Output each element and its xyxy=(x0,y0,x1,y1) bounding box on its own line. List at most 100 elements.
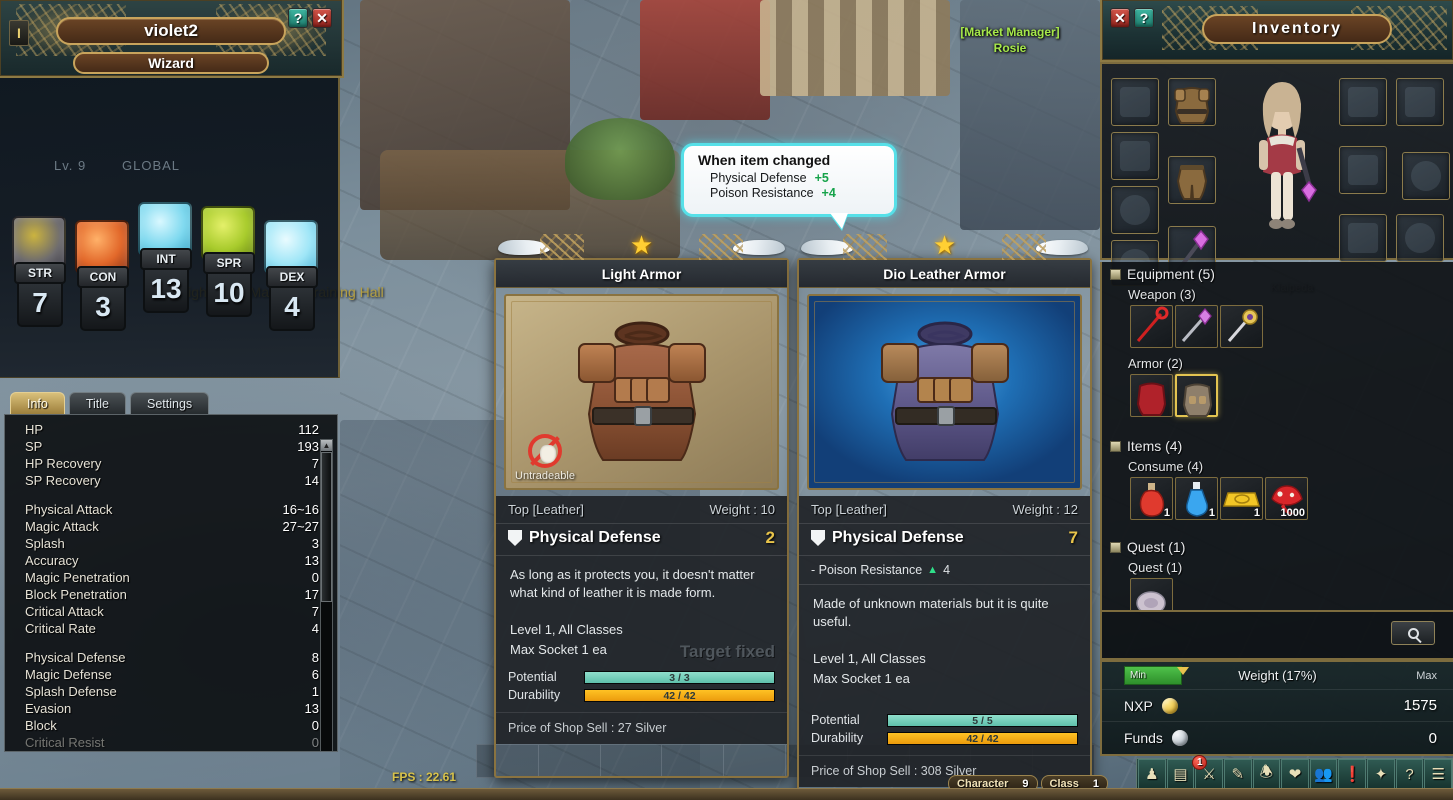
search-icon xyxy=(1407,627,1419,639)
group-header-equipment[interactable]: Equipment (5) xyxy=(1102,262,1453,284)
equip-slot-gloves[interactable] xyxy=(1339,78,1387,126)
character-icon[interactable]: ♟ xyxy=(1138,759,1166,789)
skills-swords-icon[interactable]: ⚔ 1 xyxy=(1192,755,1223,789)
stat-label: HP xyxy=(25,422,44,437)
item-type: Top [Leather] xyxy=(508,502,584,517)
group-header-quest[interactable]: Quest (1) xyxy=(1102,535,1453,557)
search-button[interactable] xyxy=(1391,621,1435,645)
world-bush xyxy=(565,118,675,200)
inventory-panel: Inventory ✕ ? Equipment (5) Weapon (3) A… xyxy=(1100,0,1453,800)
equip-slot-shield[interactable] xyxy=(1339,214,1387,262)
tooltip-stat-delta: +5 xyxy=(814,171,829,185)
fps-counter: FPS : 22.61 xyxy=(392,770,457,784)
section-header-quest[interactable]: Quest (1) xyxy=(1102,557,1453,577)
quest-horn-icon[interactable]: 🕭 xyxy=(1252,759,1281,789)
stat-value: 13 xyxy=(304,701,319,716)
inventory-slot[interactable] xyxy=(1130,374,1173,417)
help-button[interactable]: ? xyxy=(1134,8,1154,28)
bottom-frame-strip xyxy=(0,788,1453,800)
inventory-slot[interactable]: 1 xyxy=(1175,477,1218,520)
stat-label: Physical Defense xyxy=(25,650,126,665)
durability-bar-row: Durability 42 / 42 xyxy=(508,688,775,702)
item-type-row: Top [Leather] Weight : 12 xyxy=(799,498,1090,523)
item-count: 1000 xyxy=(1280,507,1305,519)
inventory-slot[interactable] xyxy=(1130,305,1173,348)
inventory-slot[interactable]: 1000 xyxy=(1265,477,1308,520)
stat-label: Accuracy xyxy=(25,553,79,568)
attribute-pen-icon[interactable]: ✎ xyxy=(1223,759,1252,789)
inventory-slot[interactable] xyxy=(1220,305,1263,348)
party-people-icon[interactable]: 👥 xyxy=(1309,759,1338,789)
section-header-weapon[interactable]: Weapon (3) xyxy=(1102,284,1453,304)
stat-block-int[interactable]: INT 13 xyxy=(138,202,194,313)
scroll-up-icon[interactable]: ▲ xyxy=(321,440,332,451)
collapse-box-icon[interactable] xyxy=(1110,541,1121,553)
collapse-box-icon[interactable] xyxy=(1110,268,1121,280)
inventory-item-list[interactable]: Equipment (5) Weapon (3) Armor (2) Items… xyxy=(1100,262,1453,612)
group-header-items[interactable]: Items (4) xyxy=(1102,434,1453,456)
stat-block-con[interactable]: CON 3 xyxy=(75,220,131,331)
stat-value: 13 xyxy=(304,553,319,568)
stat-row: Physical Attack 16~16 xyxy=(5,501,335,518)
equip-slot-boots[interactable] xyxy=(1339,146,1387,194)
inventory-slot[interactable] xyxy=(1130,578,1173,610)
ring-icon xyxy=(1411,161,1441,191)
stat-row: Magic Defense 6 xyxy=(5,666,335,683)
guide-book-icon[interactable]: ❗ xyxy=(1338,759,1367,789)
durability-label: Durability xyxy=(811,731,864,745)
stat-value: 0 xyxy=(311,718,319,733)
equip-slot-head[interactable] xyxy=(1111,78,1159,126)
equip-slot-bracelet[interactable] xyxy=(1396,214,1444,262)
equip-slot-top[interactable] xyxy=(1168,78,1216,126)
help-button[interactable]: ? xyxy=(288,8,308,28)
tab-settings[interactable]: Settings xyxy=(130,392,210,414)
tab-info[interactable]: Info xyxy=(10,392,65,414)
stat-label: Magic Defense xyxy=(25,667,112,682)
npc-name: Rosie xyxy=(993,41,1027,55)
stat-block-dex[interactable]: DEX 4 xyxy=(264,220,320,331)
stat-list: HP 112 SP 193 HP Recovery 7 SP Recovery 14 P… xyxy=(4,414,338,752)
stat-list-scrollbar[interactable]: ▲ ▼ xyxy=(320,439,333,751)
character-panel-buttons: ? ✕ xyxy=(288,8,332,28)
inventory-slot[interactable] xyxy=(1175,305,1218,348)
equip-slot-head2[interactable] xyxy=(1111,132,1159,180)
scrollbar-thumb[interactable] xyxy=(321,452,332,602)
help-question-icon[interactable]: ? xyxy=(1395,759,1424,789)
stat-value: 7 xyxy=(17,281,63,327)
money-row-funds: Funds 0 xyxy=(1102,722,1453,754)
stat-value: 112 xyxy=(298,422,319,437)
section-header-armor[interactable]: Armor (2) xyxy=(1102,353,1453,373)
inventory-slot-selected[interactable] xyxy=(1175,374,1218,417)
money-value: 0 xyxy=(1428,729,1437,747)
extra-stat-value: 4 xyxy=(943,563,951,577)
inventory-slot[interactable]: 1 xyxy=(1220,477,1263,520)
close-button[interactable]: ✕ xyxy=(312,8,332,28)
equip-slot-cape[interactable] xyxy=(1396,78,1444,126)
stat-block-spr[interactable]: SPR 10 xyxy=(201,206,257,317)
defense-label-wrap: Physical Defense xyxy=(811,529,964,547)
stat-value: 3 xyxy=(80,285,126,331)
tab-title[interactable]: Title xyxy=(68,392,127,414)
collapse-box-icon[interactable] xyxy=(1110,440,1121,452)
item-extra-stat-row: - Poison Resistance ▲ 4 xyxy=(799,556,1090,585)
menu-list-icon[interactable]: ☰ xyxy=(1424,759,1453,789)
stat-row: Critical Resist 0 xyxy=(5,734,335,751)
stat-value: 0 xyxy=(311,570,319,585)
durability-label: Durability xyxy=(508,688,561,702)
swirl-right-icon xyxy=(699,234,743,260)
section-header-consume[interactable]: Consume (4) xyxy=(1102,456,1453,476)
equip-slot-bottom[interactable] xyxy=(1168,156,1216,204)
inventory-box-icon[interactable]: ▤ xyxy=(1166,759,1195,789)
equip-slot-necklace[interactable] xyxy=(1111,186,1159,234)
social-hands-icon[interactable]: ❤ xyxy=(1281,759,1309,789)
stat-row: Physical Defense 8 xyxy=(5,649,335,666)
stat-block-str[interactable]: STR 7 xyxy=(12,216,68,327)
companion-dog-icon[interactable]: ✦ xyxy=(1367,759,1395,789)
panel-tab-indicator[interactable]: I xyxy=(9,20,29,46)
equip-slot-ring2[interactable] xyxy=(1402,152,1450,200)
close-button[interactable]: ✕ xyxy=(1110,8,1130,28)
inventory-slot[interactable]: 1 xyxy=(1130,477,1173,520)
helmet-icon xyxy=(1120,141,1150,171)
stat-value: 4 xyxy=(269,285,315,331)
inventory-title: Inventory xyxy=(1202,14,1392,44)
